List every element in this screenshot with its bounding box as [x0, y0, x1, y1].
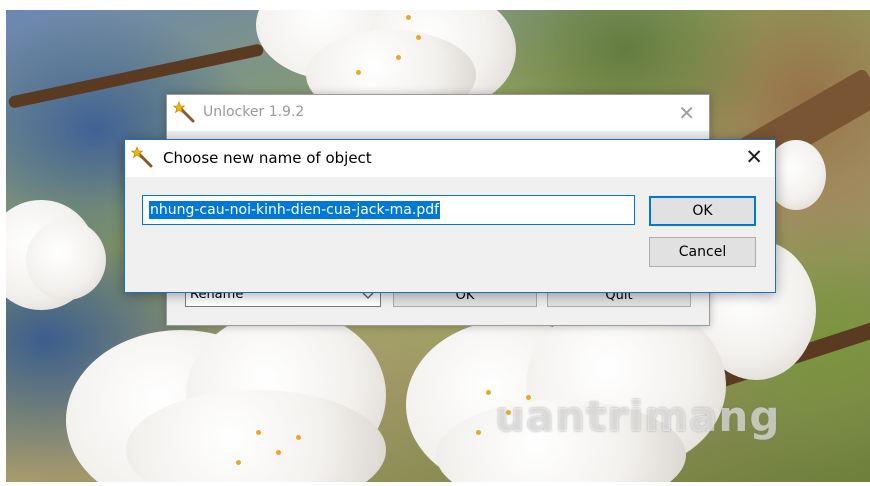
magic-wand-icon — [173, 101, 195, 123]
close-icon[interactable]: ✕ — [745, 145, 763, 169]
unlocker-window-title: Unlocker 1.9.2 — [203, 104, 305, 120]
magic-wand-icon — [131, 146, 153, 168]
flower-stamen — [256, 430, 261, 435]
flower-stamen — [416, 35, 421, 40]
ok-button[interactable]: OK — [649, 196, 756, 226]
dialog-titlebar: Choose new name of object ✕ — [125, 140, 775, 177]
flower-stamen — [486, 390, 491, 395]
close-icon[interactable]: ✕ — [678, 101, 695, 125]
new-name-selected-text: nhung-cau-noi-kinh-dien-cua-jack-ma.pdf — [149, 201, 441, 219]
new-name-input[interactable]: nhung-cau-noi-kinh-dien-cua-jack-ma.pdf — [142, 195, 635, 225]
cancel-button[interactable]: Cancel — [649, 237, 756, 267]
dialog-title: Choose new name of object — [163, 149, 372, 167]
flower-stamen — [296, 435, 301, 440]
flower-stamen — [406, 15, 411, 20]
flower-stamen — [276, 450, 281, 455]
watermark-text: uantrimang — [495, 392, 781, 441]
unlocker-titlebar: Unlocker 1.9.2 ✕ — [167, 95, 709, 131]
flower-stamen — [476, 430, 481, 435]
flower-stamen — [356, 70, 361, 75]
flower-stamen — [396, 55, 401, 60]
flower-petal — [26, 220, 106, 300]
flower-stamen — [236, 460, 241, 465]
rename-dialog: Choose new name of object ✕ nhung-cau-no… — [124, 139, 776, 293]
